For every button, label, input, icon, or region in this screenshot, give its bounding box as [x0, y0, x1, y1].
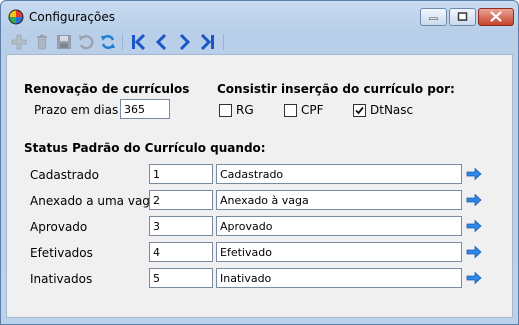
status-row-label: Anexado a uma vaga — [30, 194, 158, 208]
status-code-input[interactable] — [149, 164, 213, 184]
delete-icon[interactable] — [32, 32, 52, 52]
window-title: Configurações — [29, 10, 115, 24]
maximize-icon — [457, 12, 468, 21]
status-row-label: Efetivados — [30, 246, 93, 260]
app-logo-icon — [8, 9, 24, 25]
refresh-icon[interactable] — [98, 32, 118, 52]
status-heading: Status Padrão do Currículo quando: — [24, 141, 266, 155]
status-name-input[interactable] — [216, 242, 462, 262]
status-code-input[interactable] — [149, 190, 213, 210]
close-button[interactable] — [478, 8, 514, 26]
dtnasc-label: DtNasc — [370, 103, 414, 117]
settings-panel: Renovação de currículos Prazo em dias Co… — [6, 54, 513, 318]
close-icon — [490, 11, 502, 22]
toolbar — [6, 31, 514, 53]
save-icon[interactable] — [54, 32, 74, 52]
checkmark-icon — [355, 106, 364, 115]
arrow-right-icon[interactable] — [466, 219, 482, 233]
rg-label: RG — [236, 103, 254, 117]
add-icon[interactable] — [9, 32, 29, 52]
undo-icon[interactable] — [76, 32, 96, 52]
rg-checkbox[interactable] — [219, 104, 232, 117]
cpf-checkbox[interactable] — [284, 104, 297, 117]
toolbar-separator — [223, 34, 224, 50]
cpf-label: CPF — [301, 103, 324, 117]
configuracoes-window: Configurações Renovação de currículos Pr… — [0, 0, 519, 325]
arrow-right-icon[interactable] — [466, 245, 482, 259]
title-bar[interactable]: Configurações — [1, 1, 518, 31]
arrow-right-icon[interactable] — [466, 193, 482, 207]
status-name-input[interactable] — [216, 268, 462, 288]
status-name-input[interactable] — [216, 216, 462, 236]
maximize-button[interactable] — [449, 8, 476, 26]
status-code-input[interactable] — [149, 268, 213, 288]
next-record-icon[interactable] — [174, 32, 194, 52]
status-row-label: Cadastrado — [30, 168, 99, 182]
dtnasc-checkbox[interactable] — [353, 104, 366, 117]
arrow-right-icon[interactable] — [466, 271, 482, 285]
consistir-heading: Consistir inserção do currículo por: — [217, 82, 455, 96]
status-name-input[interactable] — [216, 190, 462, 210]
renovacao-heading: Renovação de currículos — [24, 82, 190, 96]
previous-record-icon[interactable] — [152, 32, 172, 52]
first-record-icon[interactable] — [128, 32, 148, 52]
status-row-label: Inativados — [30, 272, 93, 286]
status-name-input[interactable] — [216, 164, 462, 184]
minimize-button[interactable] — [420, 8, 447, 26]
arrow-right-icon[interactable] — [466, 167, 482, 181]
status-code-input[interactable] — [149, 242, 213, 262]
minimize-icon — [429, 17, 438, 20]
prazo-input[interactable] — [120, 99, 170, 119]
toolbar-separator — [122, 34, 123, 50]
prazo-label: Prazo em dias — [34, 103, 119, 117]
status-code-input[interactable] — [149, 216, 213, 236]
status-row-label: Aprovado — [30, 220, 88, 234]
last-record-icon[interactable] — [198, 32, 218, 52]
